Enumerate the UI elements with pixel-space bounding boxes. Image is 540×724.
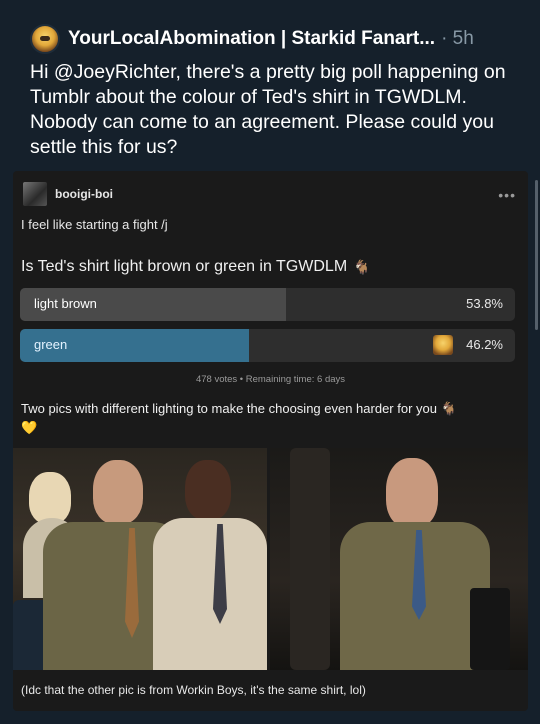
tweet-header: YourLocalAbomination | Starkid Fanart...… (30, 24, 520, 54)
photo-stage-scene (270, 448, 528, 670)
author-name[interactable]: YourLocalAbomination | Starkid Fanart... (68, 28, 435, 50)
poll-option-percent: 46.2% (466, 337, 503, 352)
poll-option-green: green 46.2% (20, 329, 515, 362)
time-ago: 5h (452, 28, 474, 49)
poll-option-light-brown: light brown 53.8% (20, 288, 515, 321)
scrollbar[interactable] (535, 180, 538, 330)
poll-question-text: Is Ted's shirt light brown or green in T… (21, 258, 348, 275)
tweet-text: Hi @JoeyRichter, there's a pretty big po… (30, 61, 506, 158)
poll-option-percent: 53.8% (466, 296, 503, 311)
author-avatar[interactable] (30, 24, 60, 54)
voter-avatar-icon (433, 335, 453, 355)
caption-text: Two pics with different lighting to make… (21, 401, 437, 416)
poll-option-label: light brown (34, 296, 97, 311)
tumblr-post-text: I feel like starting a fight /j (21, 217, 168, 232)
poll-option-label: green (34, 337, 68, 352)
goat-emoji-icon: 🐐 (440, 401, 457, 416)
tumblr-caption: Two pics with different lighting to make… (21, 399, 516, 437)
poll-question: Is Ted's shirt light brown or green in T… (21, 258, 371, 276)
photo-set (13, 448, 528, 670)
poll-meta: 478 votes • Remaining time: 6 days (195, 374, 346, 385)
tumblr-username: booigi-boi (55, 187, 113, 201)
tumblr-post-header: booigi-boi (23, 181, 113, 207)
more-options-icon: ••• (498, 187, 516, 203)
photo-theater-scene (13, 448, 267, 670)
tumblr-bottom-caption: (Idc that the other pic is from Workin B… (21, 683, 366, 697)
separator-dot: · (441, 28, 448, 49)
yellow-heart-emoji-icon: 💛 (21, 420, 38, 435)
attached-screenshot[interactable]: booigi-boi ••• I feel like starting a fi… (13, 171, 528, 711)
tumblr-user-avatar (23, 182, 47, 206)
goat-emoji-icon: 🐐 (353, 258, 371, 275)
tweet-timestamp[interactable]: · 5h (441, 28, 474, 50)
tweet[interactable]: YourLocalAbomination | Starkid Fanart...… (0, 0, 540, 724)
